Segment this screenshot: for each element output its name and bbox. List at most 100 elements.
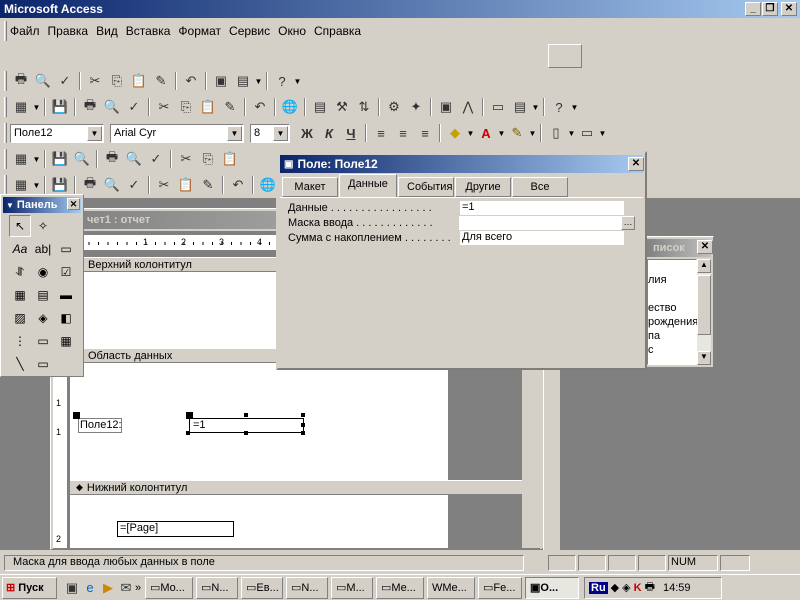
task-button[interactable]: ▭ N... — [196, 576, 238, 599]
media-icon[interactable]: ▶ — [99, 577, 117, 599]
cut-icon[interactable]: ✂ — [153, 174, 175, 196]
chevron-down-icon[interactable]: ▼ — [273, 125, 288, 141]
line-tool-icon[interactable]: ╲ — [9, 353, 31, 375]
database-window-icon[interactable]: ▭ — [487, 96, 509, 118]
handle[interactable] — [244, 413, 248, 417]
align-right-icon[interactable]: ≡ — [414, 122, 436, 144]
align-left-icon[interactable]: ≡ — [370, 122, 392, 144]
handle[interactable] — [301, 413, 305, 417]
line-width-icon[interactable]: ▯ — [545, 122, 567, 144]
format-painter-icon[interactable]: ✎ — [197, 174, 219, 196]
line-color-icon[interactable]: ✎ — [506, 122, 528, 144]
print-icon[interactable]: 🖶 — [10, 70, 32, 92]
cut-icon[interactable]: ✂ — [84, 70, 106, 92]
builder-button[interactable]: … — [621, 215, 635, 230]
menu-view[interactable]: Вид — [96, 24, 118, 38]
menu-window[interactable]: Окно — [278, 24, 306, 38]
fill-color-icon[interactable]: ◆ — [444, 122, 466, 144]
task-button[interactable]: ▭ Ев... — [241, 576, 283, 599]
view-icon[interactable]: ▦ — [10, 174, 32, 196]
menu-file[interactable]: Файл — [10, 24, 40, 38]
handle[interactable] — [186, 412, 193, 419]
tab-data[interactable]: Данные — [339, 174, 397, 197]
close-icon[interactable]: ✕ — [697, 240, 713, 254]
list-item[interactable] — [648, 288, 696, 302]
list-item[interactable]: ество — [648, 302, 696, 316]
minimize-button[interactable]: _ — [745, 2, 761, 16]
paste-icon[interactable]: 📋 — [128, 70, 150, 92]
chevron-down-icon[interactable]: ▼ — [87, 125, 102, 141]
window-icon[interactable]: ▣ — [210, 70, 232, 92]
task-button[interactable]: ▭ M... — [331, 576, 373, 599]
paste-icon[interactable]: 📋 — [175, 174, 197, 196]
builder-icon[interactable]: ⋀ — [457, 96, 479, 118]
prop-row-data[interactable]: Данные . . . . . . . . . . . . . . . . .… — [288, 200, 635, 215]
list-tool-icon[interactable]: ▤ — [32, 284, 54, 306]
group-tool-icon[interactable]: ▭ — [55, 238, 77, 260]
save-icon[interactable]: 💾 — [49, 148, 71, 170]
print-icon[interactable]: 🖶 — [79, 96, 101, 118]
page-break-icon[interactable]: ⋮ — [9, 330, 31, 352]
kaspersky-icon[interactable]: K — [634, 582, 642, 594]
image-tool-icon[interactable]: ▨ — [9, 307, 31, 329]
save-icon[interactable]: 💾 — [49, 174, 71, 196]
task-button[interactable]: ▭ Mo... — [145, 576, 193, 599]
undo-icon[interactable]: ↶ — [227, 174, 249, 196]
tab-layout[interactable]: Макет — [282, 177, 338, 197]
more-icon[interactable]: » — [135, 582, 145, 594]
cut-icon[interactable]: ✂ — [175, 148, 197, 170]
task-button[interactable]: ▭ Fe... — [478, 576, 522, 599]
print-icon[interactable]: 🖶 — [79, 174, 101, 196]
toggle-tool-icon[interactable]: ⥯ — [9, 261, 31, 283]
bound-object-icon[interactable]: ◧ — [55, 307, 77, 329]
tab-other[interactable]: Другие — [455, 177, 511, 197]
list-item[interactable]: па — [648, 330, 696, 344]
sorting-icon[interactable]: ⇅ — [353, 96, 375, 118]
code-icon[interactable]: ✦ — [405, 96, 427, 118]
preview-icon[interactable]: 🔍 — [32, 70, 54, 92]
spelling-icon[interactable]: ✓ — [123, 96, 145, 118]
subform-icon[interactable]: ▦ — [55, 330, 77, 352]
format-painter-icon[interactable]: ✎ — [219, 96, 241, 118]
label-pole12[interactable]: Поле12: — [78, 418, 122, 433]
paste-icon[interactable]: 📋 — [197, 96, 219, 118]
chevron-down-icon[interactable]: ▼ — [227, 125, 242, 141]
handle[interactable] — [301, 423, 305, 427]
hyperlink-icon[interactable]: 🌐 — [279, 96, 301, 118]
format-painter-icon[interactable]: ✎ — [150, 70, 172, 92]
menu-edit[interactable]: Правка — [48, 24, 89, 38]
task-button[interactable]: ▭ N... — [286, 576, 328, 599]
font-combo[interactable]: Arial Cyr ▼ — [110, 123, 244, 143]
restore-button[interactable]: ❐ — [762, 2, 778, 16]
properties-icon[interactable]: ▣ — [435, 96, 457, 118]
preview-icon[interactable]: 🔍 — [101, 96, 123, 118]
undo-icon[interactable]: ↶ — [180, 70, 202, 92]
list-item[interactable]: рождения — [648, 316, 698, 330]
autoformat-icon[interactable]: ⚙ — [383, 96, 405, 118]
font-size-combo[interactable]: 8 ▼ — [250, 123, 290, 143]
save-icon[interactable]: 💾 — [49, 96, 71, 118]
help-icon[interactable]: ? — [271, 70, 293, 92]
undo-icon[interactable]: ↶ — [249, 96, 271, 118]
paste-icon[interactable]: 📋 — [219, 148, 241, 170]
select-pointer-icon[interactable]: ↖ — [9, 215, 31, 237]
new-object-icon[interactable]: ▤ — [232, 70, 254, 92]
label-tool-icon[interactable]: Aa — [9, 238, 31, 260]
view-icon[interactable]: ▦ — [10, 148, 32, 170]
page-footer-bar[interactable]: ◆ Нижний колонтитул — [70, 480, 522, 495]
new-object-icon[interactable]: ▤ — [509, 96, 531, 118]
combo-tool-icon[interactable]: ▦ — [9, 284, 31, 306]
prop-row-mask[interactable]: Маска ввода . . . . . . . . . . . . . … — [288, 215, 635, 230]
task-button[interactable]: ▭ Me... — [376, 576, 424, 599]
print-icon[interactable]: 🖶 — [101, 148, 123, 170]
start-button[interactable]: ⊞ Пуск — [2, 576, 57, 599]
textbox-tool-icon[interactable]: ab| — [32, 238, 54, 260]
textbox-page[interactable]: =[Page] — [117, 521, 234, 537]
desktop-icon[interactable]: ▣ — [63, 577, 81, 599]
menu-tools[interactable]: Сервис — [229, 24, 270, 38]
align-center-icon[interactable]: ≡ — [392, 122, 414, 144]
language-indicator[interactable]: Ru — [589, 581, 608, 594]
prop-row-running-sum[interactable]: Сумма с накоплением . . . . . . . . Для … — [288, 230, 635, 245]
tab-events[interactable]: События — [398, 177, 454, 197]
close-icon[interactable]: ✕ — [67, 198, 80, 210]
